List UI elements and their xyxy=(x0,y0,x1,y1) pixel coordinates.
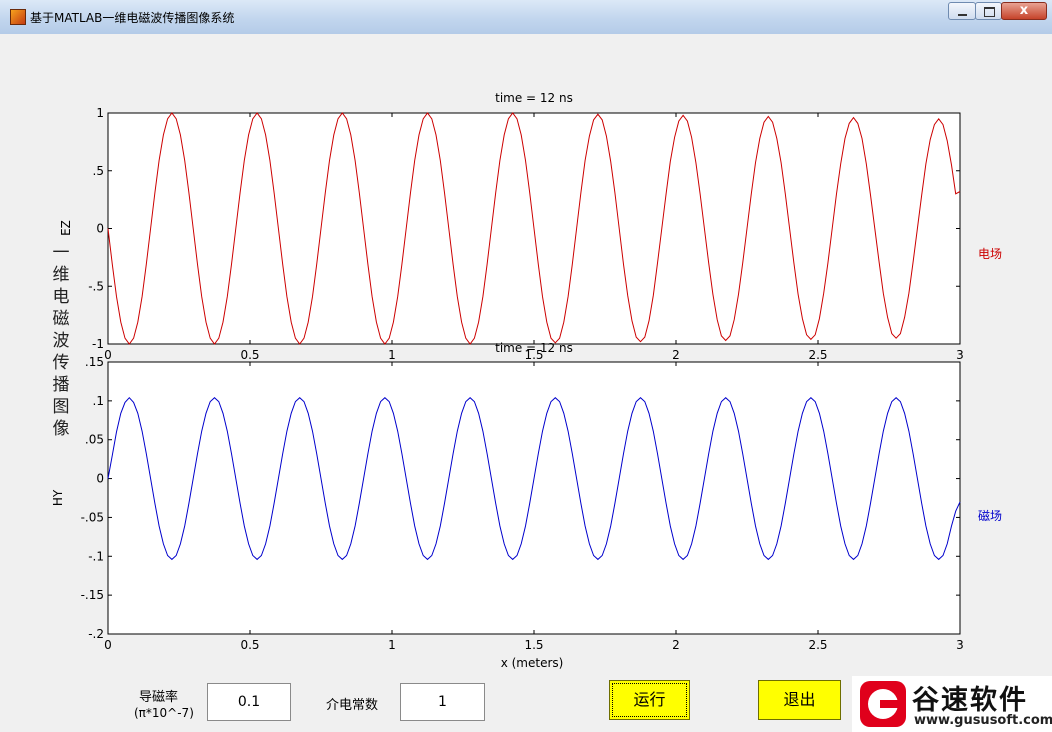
hy-xtick-label: 0 xyxy=(104,638,112,652)
ez-xtick-label: 2.5 xyxy=(808,348,827,362)
hy-xlabel: x (meters) xyxy=(501,656,564,670)
hy-axes-box xyxy=(107,361,961,635)
watermark-url: www.gususoft.com xyxy=(914,713,1052,728)
hy-xtick-label: 0.5 xyxy=(240,638,259,652)
hy-legend-label: 磁场 xyxy=(978,508,1002,523)
mu-unit-label: (π*10^-7) xyxy=(134,706,194,720)
hy-title: time = 12 ns xyxy=(495,341,573,355)
hy-ytick-label: .15 xyxy=(85,355,104,369)
ez-xtick-label: 3 xyxy=(956,348,964,362)
hy-xtick-label: 1 xyxy=(388,638,396,652)
exit-button[interactable]: 退出 xyxy=(758,680,841,720)
ez-axes: time = 12 ns EZ 电场 0 0.5 1 1.5 2 2.5 3-1-.50.5… xyxy=(59,91,1002,362)
ez-ytick-label: -.5 xyxy=(88,279,104,293)
hy-xtick-label: 2.5 xyxy=(808,638,827,652)
ez-ytick-label: -1 xyxy=(92,337,104,351)
plot-area: time = 12 ns EZ 电场 0 0.5 1 1.5 2 2.5 3-1-.50.5… xyxy=(51,91,1002,670)
gusu-logo-icon xyxy=(860,681,906,727)
watermark-name: 谷速软件 xyxy=(912,685,1028,716)
ez-legend-label: 电场 xyxy=(978,247,1002,261)
hy-ytick-label: .05 xyxy=(85,433,104,447)
hy-ytick-label: -.15 xyxy=(81,588,104,602)
ez-ylabel: EZ xyxy=(59,220,73,236)
ez-title: time = 12 ns xyxy=(495,91,573,105)
ez-ytick-label: 0 xyxy=(96,222,104,236)
hy-xtick-label: 1.5 xyxy=(524,638,543,652)
hy-ytick-label: .1 xyxy=(93,394,104,408)
hy-xtick-label: 2 xyxy=(672,638,680,652)
ez-ytick-label: 1 xyxy=(96,106,104,120)
ez-xtick-label: 0.5 xyxy=(240,348,259,362)
hy-axes: time = 12 ns HY 磁场 x (meters) 0 0.5 1 1.5 2 2… xyxy=(51,341,1002,670)
run-button[interactable]: 运行 xyxy=(609,680,690,720)
watermark: 谷速软件 www.gususoft.com xyxy=(852,676,1052,732)
hy-ytick-label: -.1 xyxy=(88,549,104,563)
mu-input[interactable]: 0.1 xyxy=(207,683,291,721)
hy-xtick-label: 3 xyxy=(956,638,964,652)
eps-label: 介电常数 xyxy=(326,698,379,713)
hy-ylabel: HY xyxy=(51,489,65,506)
hy-ytick-label: 0 xyxy=(96,472,104,486)
hy-ytick-label: -.05 xyxy=(81,510,104,524)
mu-label: 导磁率 xyxy=(139,690,179,705)
ez-xtick-label: 2 xyxy=(672,348,680,362)
ez-xtick-label: 0 xyxy=(104,348,112,362)
eps-input[interactable]: 1 xyxy=(400,683,485,721)
ez-xtick-label: 1 xyxy=(388,348,396,362)
hy-ytick-label: -.2 xyxy=(88,627,104,641)
ez-ytick-label: .5 xyxy=(93,164,104,178)
